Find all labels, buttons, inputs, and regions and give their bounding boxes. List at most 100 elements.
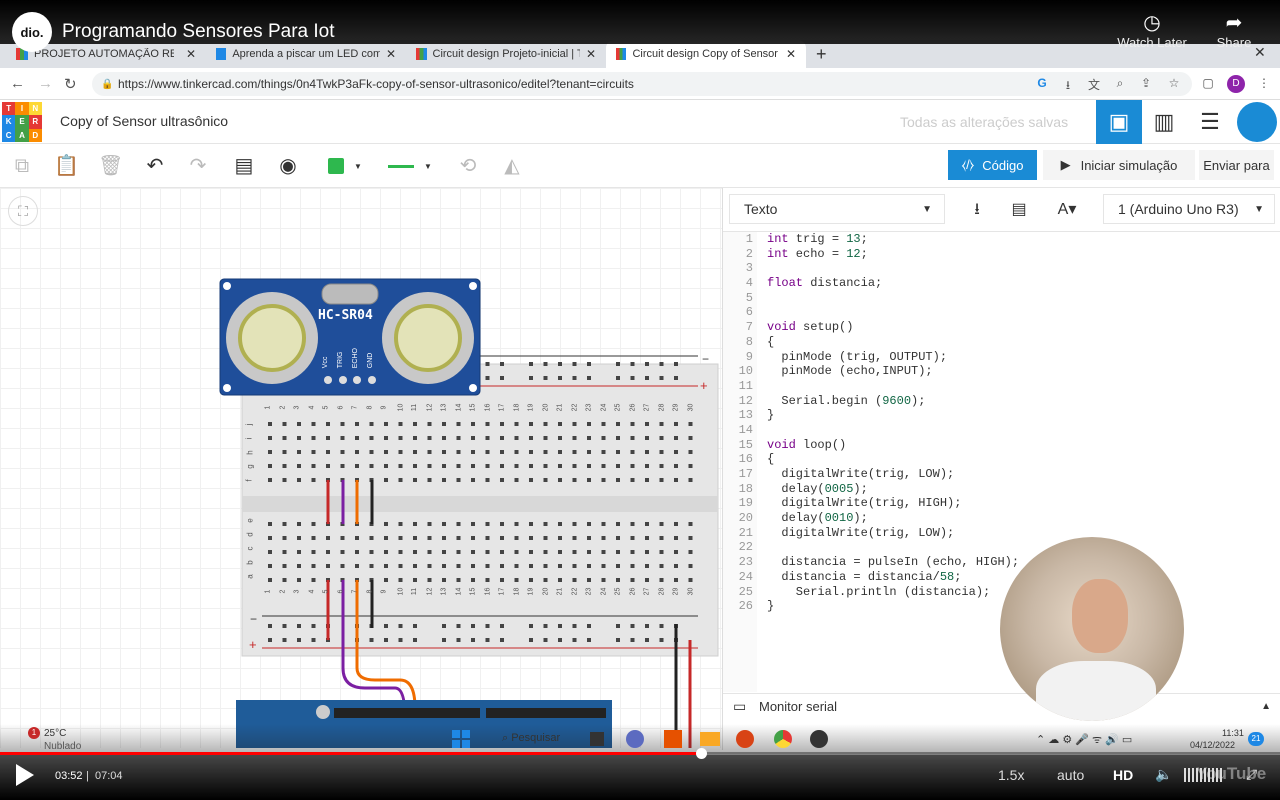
breadboard-hole [282,450,287,454]
google-icon[interactable]: G [1034,76,1050,92]
app-icon[interactable] [664,730,682,748]
breadboard-hole [282,422,287,426]
folder-icon[interactable] [700,732,720,746]
download-icon[interactable]: ⭳ [963,196,991,224]
new-tab-button[interactable]: + [816,44,827,65]
library-icon[interactable]: ▤ [1005,196,1033,224]
undo-icon[interactable]: ↶ [143,154,167,178]
rotate-icon[interactable]: ⟲ [456,154,480,178]
windows-start-icon[interactable] [452,730,470,748]
serial-monitor-bar[interactable]: ▭ Monitor serial ▲ [723,693,1280,719]
breadboard-hole [558,638,562,642]
breadboard-hole [558,362,562,366]
share-action[interactable]: ➦ Share [1206,10,1262,50]
breadboard-hole [442,464,446,468]
schematic-view-icon[interactable]: ▥ [1141,100,1187,144]
chevron-up-icon[interactable]: ▲ [1261,701,1271,712]
flip-icon[interactable]: ◭ [500,154,524,178]
close-icon[interactable]: ✕ [386,47,396,61]
breadboard-hole [268,464,272,468]
video-title[interactable]: Programando Sensores Para Iot [62,21,335,43]
volume-icon[interactable]: 🔈 [1155,766,1172,783]
circuit-view-icon[interactable]: ▣ [1096,100,1142,144]
project-title[interactable]: Copy of Sensor ultrasônico [60,113,228,129]
send-to-button[interactable]: Enviar para [1199,150,1274,180]
address-bar[interactable]: 🔒 https://www.tinkercad.com/things/0n4Tw… [92,72,1192,96]
forward-icon[interactable]: → [38,75,53,92]
playback-speed[interactable]: 1.5x [998,767,1024,783]
play-icon[interactable] [16,764,34,786]
zoom-icon[interactable]: ⌕ [1112,76,1128,92]
close-icon[interactable]: ✕ [786,47,796,61]
component-list-icon[interactable]: ☰ [1187,100,1233,144]
reload-icon[interactable]: ↻ [64,75,77,93]
watch-later-action[interactable]: ◷ Watch Later [1110,10,1194,50]
code-button-label: Código [982,157,1024,173]
chrome-icon[interactable] [774,730,792,748]
profile-avatar[interactable]: D [1227,75,1245,93]
copy-icon[interactable]: ⧉ [10,154,34,178]
breadboard-hole [630,376,635,380]
breadboard-hole [297,624,301,628]
paste-icon[interactable]: 📋 [54,154,79,178]
meet-icon[interactable] [626,730,644,748]
taskbar-search[interactable]: ⌕ Pesquisar [502,732,560,745]
more-menu-icon[interactable]: ⋮ [1256,76,1272,92]
column-number: 6 [336,405,344,410]
notes-icon[interactable]: ▤ [232,154,256,178]
code-line: Serial.begin (9600); [767,393,926,408]
font-size-icon[interactable]: A▾ [1047,196,1087,224]
logo-letter: E [15,115,29,129]
fullscreen-icon[interactable]: ⤢ [1246,766,1257,783]
channel-logo[interactable]: dio. [12,12,52,52]
wire-type-picker[interactable]: ▼ [384,152,440,180]
breadboard-hole [514,536,519,540]
app2-icon[interactable] [810,730,828,748]
install-icon[interactable]: ⭳ [1060,76,1076,92]
column-number: 11 [411,587,419,596]
hd-badge[interactable]: HD [1113,767,1133,783]
column-number: 1 [264,589,272,594]
rail-plus-top: + [700,378,708,393]
quality-auto[interactable]: auto [1057,767,1084,783]
back-icon[interactable]: ← [10,75,25,92]
column-number: 22 [570,587,578,596]
share-page-icon[interactable]: ⇪ [1138,76,1154,92]
code-mode-select[interactable]: Texto ▼ [729,194,945,224]
delete-icon[interactable]: 🗑 [98,154,123,178]
column-number: 19 [527,403,535,412]
redo-icon[interactable]: ↷ [186,154,210,178]
circuit-canvas[interactable]: ⛶ HC-SR04 Vcc TRIG ECHO GND − + − + 1 2 … [0,188,722,748]
breadboard-hole [572,376,577,380]
color-picker[interactable]: ▼ [318,152,372,180]
breadboard-hole [456,624,461,628]
code-button[interactable]: ⧼/⧽ Código [948,150,1037,180]
bookmark-star-icon[interactable]: ☆ [1166,76,1182,92]
pin-label-gnd: GND [367,352,374,369]
translate-icon[interactable]: 文 [1086,76,1102,92]
powerpoint-icon[interactable] [736,730,754,748]
breadboard-hole [543,376,548,380]
browser-tab-active[interactable]: Circuit design Copy of Sensor ult... ✕ [606,40,806,68]
close-icon[interactable]: ✕ [586,47,596,61]
breadboard-hole [268,564,272,568]
start-simulation-button[interactable]: ▶ Iniciar simulação [1043,150,1195,180]
taskview-icon[interactable] [590,732,604,746]
browser-tab[interactable]: Circuit design Projeto-inicial | Tin... … [406,40,606,68]
user-avatar[interactable] [1237,102,1277,142]
breadboard-hole [688,450,693,454]
breadboard-hole [282,522,287,526]
notes-visibility-icon[interactable]: ◉ [276,154,300,178]
sidepanel-icon[interactable]: ▢ [1200,76,1216,92]
code-line: distancia = pulseIn (echo, HIGH); [767,555,1020,570]
breadboard-hole [369,464,374,468]
tinkercad-logo[interactable]: T I N K E R C A D [2,102,42,142]
column-number: 30 [686,403,694,412]
notification-badge[interactable]: 21 [1248,732,1264,746]
browser-tab[interactable]: Aprenda a piscar um LED com Ar... ✕ [206,40,406,68]
board-select[interactable]: 1 (Arduino Uno R3) ▼ [1103,194,1275,224]
close-icon[interactable]: ✕ [186,47,196,61]
breadboard-hole [514,578,519,582]
breadboard-hole [471,550,475,554]
column-number: 18 [512,403,520,412]
